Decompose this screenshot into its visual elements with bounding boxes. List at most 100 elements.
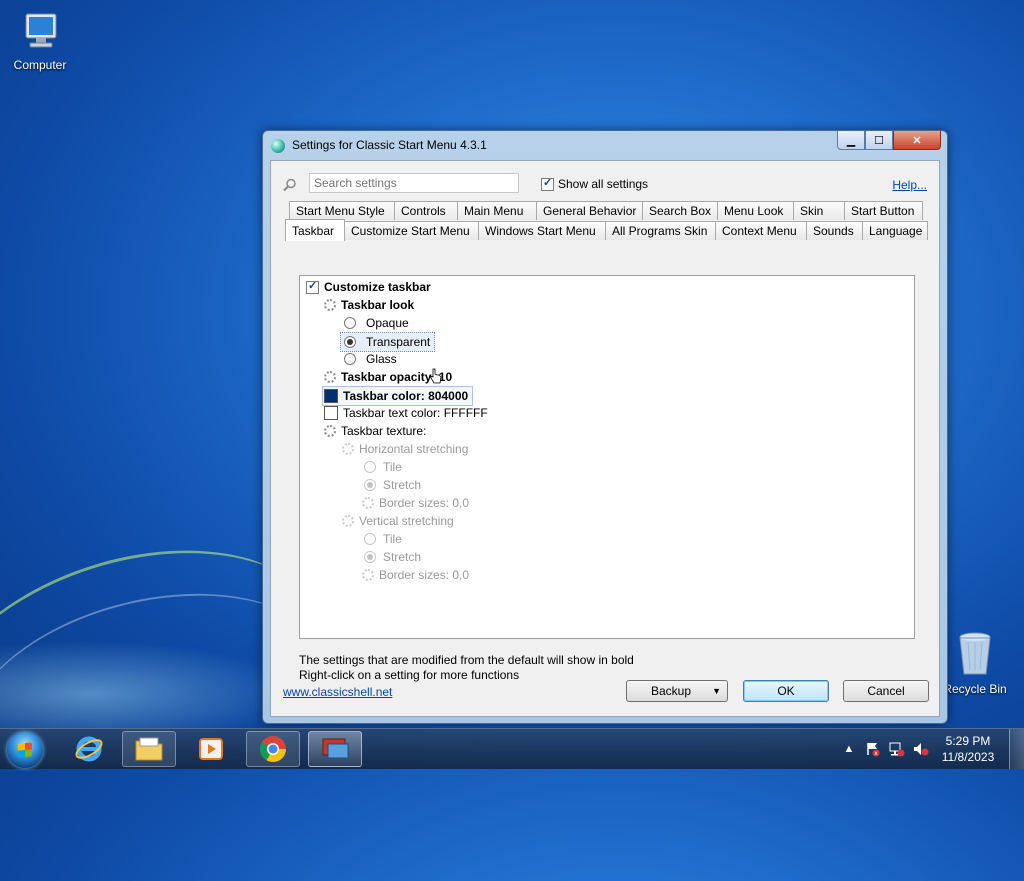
note-bold-settings: The settings that are modified from the … [299,653,634,667]
tab-context-menu[interactable]: Context Menu [715,221,807,240]
gear-icon [362,497,374,509]
taskbar-classic-shell-settings[interactable] [308,731,362,767]
window-controls: ▁ ☐ ✕ [837,131,941,150]
clock-time: 5:29 PM [945,734,991,748]
radio-button-selected[interactable] [344,336,356,348]
maximize-button[interactable]: ☐ [865,131,893,150]
setting-label: Taskbar look [341,298,415,312]
taskbar: ▲ x 5:29 PM 11/8/2023 [0,728,1024,769]
setting-v-tile: Tile [364,530,402,548]
setting-taskbar-text-color[interactable]: Taskbar text color: FFFFFF [324,404,488,422]
tab-general-behavior[interactable]: General Behavior [536,201,643,220]
maximize-icon: ☐ [874,134,884,147]
settings-window: Settings for Classic Start Menu 4.3.1 ▁ … [262,130,948,724]
tab-start-menu-style[interactable]: Start Menu Style [289,201,395,220]
show-desktop-button[interactable] [1009,729,1024,769]
tab-main-menu[interactable]: Main Menu [457,201,537,220]
setting-label: Tile [383,460,402,474]
setting-glass[interactable]: Glass [344,350,397,368]
setting-opaque[interactable]: Opaque [344,314,409,332]
tabs-row-2: Taskbar Customize Start Menu Windows Sta… [285,219,928,241]
tab-all-programs-skin[interactable]: All Programs Skin [605,221,716,240]
radio-button[interactable] [344,317,356,329]
tab-controls[interactable]: Controls [394,201,458,220]
hand-cursor-icon [430,368,442,384]
setting-label: Opaque [366,316,409,330]
setting-label: Tile [383,532,402,546]
search-icon [283,178,296,192]
color-swatch[interactable] [324,406,338,420]
tab-windows-start-menu[interactable]: Windows Start Menu [478,221,606,240]
setting-label: Glass [366,352,397,366]
desktop-icon-computer[interactable]: Computer [0,10,80,72]
search-input[interactable] [309,173,519,193]
setting-h-stretch: Stretch [364,476,421,494]
gear-icon [342,443,354,455]
setting-customize-taskbar[interactable]: Customize taskbar [306,278,431,296]
clock[interactable]: 5:29 PM 11/8/2023 [933,733,1003,765]
system-tray: ▲ x 5:29 PM 11/8/2023 [837,729,1024,769]
setting-v-stretch: Stretch [364,548,421,566]
setting-v-border-sizes: Border sizes: 0,0 [362,566,469,584]
setting-label: Horizontal stretching [359,442,469,456]
tab-sounds[interactable]: Sounds [806,221,863,240]
show-hidden-icons-button[interactable]: ▲ [841,741,857,757]
backup-button[interactable]: Backup ▼ [626,680,728,702]
setting-label: Customize taskbar [324,280,431,294]
settings-tree[interactable]: Customize taskbar Taskbar look Opaque Tr… [299,275,915,639]
radio-button[interactable] [344,353,356,365]
color-swatch[interactable] [324,389,338,403]
tab-language[interactable]: Language [862,221,928,240]
tab-customize-start-menu[interactable]: Customize Start Menu [344,221,479,240]
window-client-area: Show all settings Help... Start Menu Sty… [270,160,940,717]
media-player-icon [199,738,223,760]
show-all-settings-checkbox[interactable]: Show all settings [541,176,649,192]
taskbar-file-explorer[interactable] [122,731,176,767]
tab-taskbar[interactable]: Taskbar [285,219,345,241]
setting-label: Stretch [383,550,422,564]
setting-label: Taskbar text color: FFFFFF [343,406,488,420]
setting-taskbar-texture[interactable]: Taskbar texture: [324,422,426,440]
volume-muted-icon[interactable] [913,741,929,757]
clock-date: 11/8/2023 [941,750,995,764]
checkbox-checked[interactable] [541,176,554,192]
checkbox-checked[interactable] [306,279,319,294]
minimize-button[interactable]: ▁ [837,131,865,150]
setting-label: Taskbar texture: [341,424,427,438]
cancel-button[interactable]: Cancel [843,680,929,702]
title-bar[interactable]: Settings for Classic Start Menu 4.3.1 ▁ … [263,131,947,159]
action-center-icon[interactable]: x [865,741,881,757]
radio-button-selected [364,479,376,491]
classicshell-website-link[interactable]: www.classicshell.net [283,685,392,699]
taskbar-chrome[interactable] [246,731,300,767]
tab-start-button[interactable]: Start Button [844,201,923,220]
setting-label: Stretch [383,478,422,492]
setting-label: Vertical stretching [359,514,454,528]
chrome-icon [259,736,287,763]
windows-logo-icon [18,742,32,758]
setting-label: Taskbar color: 804000 [343,389,469,403]
show-all-label: Show all settings [558,177,649,191]
tab-search-box[interactable]: Search Box [642,201,718,220]
network-icon[interactable] [889,741,905,757]
taskbar-media-player[interactable] [184,731,238,767]
start-button[interactable] [7,732,43,768]
help-link[interactable]: Help... [892,178,927,192]
desktop-icon-label: Computer [13,58,67,72]
setting-horizontal-stretching: Horizontal stretching [342,440,468,458]
gear-icon [362,569,374,581]
setting-transparent[interactable]: Transparent [340,332,436,352]
computer-icon [18,10,62,54]
setting-taskbar-color[interactable]: Taskbar color: 804000 [322,386,474,406]
classic-shell-settings-icon [322,738,349,759]
setting-h-border-sizes: Border sizes: 0,0 [362,494,469,512]
tab-skin[interactable]: Skin [793,201,845,220]
tab-menu-look[interactable]: Menu Look [717,201,794,220]
close-button[interactable]: ✕ [893,131,941,150]
ok-button[interactable]: OK [743,680,829,702]
setting-taskbar-look[interactable]: Taskbar look [324,296,414,314]
classic-shell-icon [271,139,285,153]
close-icon: ✕ [912,134,922,147]
gear-icon [324,371,336,383]
taskbar-internet-explorer[interactable] [62,731,116,767]
